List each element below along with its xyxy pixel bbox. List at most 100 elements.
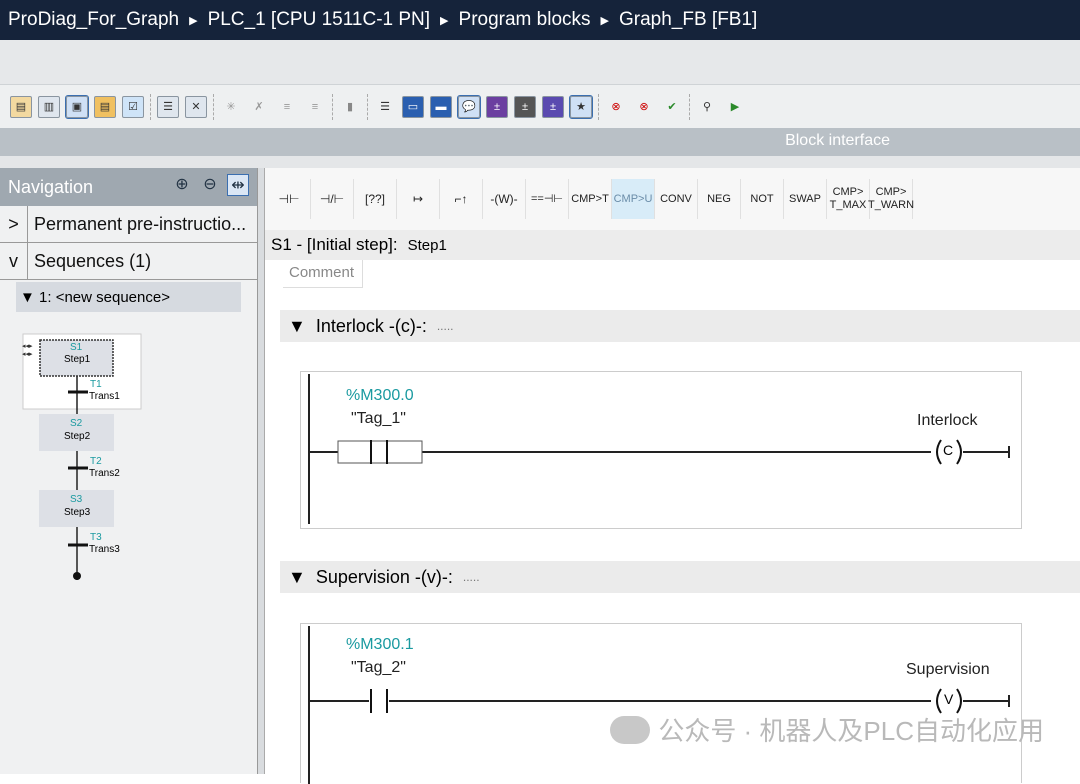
layout-icon[interactable]: ▬ (430, 95, 452, 118)
transition-id: T3 (90, 532, 102, 543)
interlock-network[interactable]: %M300.0 "Tag_1" Interlock C (300, 371, 1022, 529)
branch-icon[interactable]: ≡ (304, 96, 326, 118)
coil-type: V (944, 691, 954, 707)
section-comment[interactable]: ..... (437, 319, 454, 333)
breadcrumb-project[interactable]: ProDiag_For_Graph (8, 9, 179, 31)
breadcrumb-plc[interactable]: PLC_1 [CPU 1511C-1 PN] (208, 9, 430, 31)
step-id: S2 (70, 418, 83, 429)
sequence-header[interactable]: ▼ 1: <new sequence> (16, 282, 241, 312)
interlock-section-header[interactable]: ▼ Interlock -(c)-:..... (280, 310, 1080, 342)
layout-icon[interactable]: ▭ (402, 95, 424, 118)
palette-no-contact[interactable]: ⊣⊢ (268, 179, 311, 219)
collapse-icon[interactable]: ▼ (288, 316, 306, 337)
palette-compare[interactable]: ==⊣⊢ (526, 179, 569, 219)
insert-network-icon[interactable]: ☰ (157, 95, 179, 118)
view-icon[interactable]: ▥ (38, 95, 60, 118)
palette-cmp-u[interactable]: CMP>U (612, 179, 655, 219)
palette-empty-box[interactable]: [??] (354, 179, 397, 219)
monitor-off-icon[interactable]: ⊗ (605, 96, 627, 118)
monitor-icon[interactable]: ▶ (724, 96, 746, 118)
palette-neg[interactable]: NEG (698, 179, 741, 219)
palette-open-branch[interactable]: ↦ (397, 179, 440, 219)
view-icon[interactable]: ☑ (122, 95, 144, 118)
watermark-text: 公众号 · 机器人及PLC自动化应用 (658, 716, 1044, 746)
watermark: 公众号 · 机器人及PLC自动化应用 (610, 711, 1044, 748)
step-id: S1 (70, 342, 83, 353)
step-name: Step1 (64, 354, 91, 365)
ladder-rung (308, 374, 1010, 524)
palette-warning-coil[interactable]: -(W)- (483, 179, 526, 219)
toolbar-separator (150, 93, 151, 120)
transition-id: T1 (90, 379, 102, 390)
navigation-header: Navigation ⊕ ⊖ ⇹ (0, 168, 257, 206)
breadcrumb-block[interactable]: Graph_FB [FB1] (619, 9, 757, 31)
transition-name: Trans2 (89, 468, 120, 479)
branch-icon[interactable]: ≡ (276, 96, 298, 118)
nav-item-sequences[interactable]: v Sequences (1) (0, 243, 257, 280)
palette-cmp-tmax[interactable]: CMP> T_MAX (827, 179, 870, 219)
palette-swap[interactable]: SWAP (784, 179, 827, 219)
nav-item-permanent-pre-instructions[interactable]: > Permanent pre-instructio... (0, 206, 257, 243)
step-id: S3 (70, 494, 83, 505)
breadcrumb: ProDiag_For_Graph ▶ PLC_1 [CPU 1511C-1 PN… (0, 0, 1080, 40)
delete-step-icon[interactable]: ✗ (248, 96, 270, 118)
search-icon[interactable]: ⚲ (696, 96, 718, 118)
nav-item-label: Permanent pre-instructio... (34, 213, 247, 234)
transition-name: Trans1 (89, 391, 120, 402)
section-comment[interactable]: ..... (463, 570, 480, 584)
nav-item-label: Sequences (1) (34, 250, 152, 271)
splitter-handle[interactable] (0, 156, 1080, 168)
zoom-out-icon[interactable]: ⊖ (199, 174, 221, 196)
breadcrumb-program-blocks[interactable]: Program blocks (459, 9, 591, 31)
palette-not[interactable]: NOT (741, 179, 784, 219)
palette-close-branch[interactable]: ⌐↑ (440, 179, 483, 219)
expand-icon[interactable]: ± (514, 95, 536, 118)
palette-cmp-twarn[interactable]: CMP> T_WARN (868, 179, 914, 219)
toolbar-separator (213, 93, 214, 120)
step-header: S1 - [Initial step]: Step1 (265, 230, 1080, 260)
toolbar-separator (332, 93, 333, 120)
block-interface-label: Block interface (785, 132, 890, 149)
delete-network-icon[interactable]: ✕ (185, 95, 207, 118)
supervision-section-header[interactable]: ▼ Supervision -(v)-:..... (280, 561, 1080, 593)
navigation-title: Navigation (8, 176, 94, 197)
section-title: Supervision -(v)-: (315, 566, 453, 587)
step-title: S1 - [Initial step]: (271, 235, 398, 254)
sequence-labels: S1 Step1 S2 Step2 S3 Step3 T1 Trans1 T2 … (0, 318, 258, 618)
transition-id: T2 (90, 456, 102, 467)
fit-width-icon[interactable]: ⇹ (227, 174, 249, 196)
toolbar-separator (689, 93, 690, 120)
favorite-icon[interactable]: ★ (569, 94, 593, 119)
section-title: Interlock -(c)-: (315, 315, 427, 336)
palette-nc-contact[interactable]: ⊣/⊢ (311, 179, 354, 219)
monitor-off-icon[interactable]: ⊗ (633, 96, 655, 118)
collapse-icon[interactable]: ▼ (288, 567, 306, 588)
check-icon[interactable]: ✔ (661, 96, 683, 118)
zoom-in-icon[interactable]: ⊕ (171, 174, 193, 196)
editor-toolbar: ▤ ▥ ▣ ▤ ☑ ☰ ✕ ✳ ✗ ≡ ≡ ▮ ☰ ▭ ▬ 💬 ± ± ± ★ … (0, 85, 1080, 128)
breadcrumb-separator-icon: ▶ (440, 14, 449, 27)
comment-icon[interactable]: 💬 (457, 94, 481, 119)
comment-field[interactable]: Comment (283, 260, 363, 288)
expand-icon[interactable]: ± (486, 95, 508, 118)
parameter-icon[interactable]: ▮ (339, 96, 361, 118)
align-icon[interactable]: ☰ (374, 96, 396, 118)
palette-conv[interactable]: CONV (655, 179, 698, 219)
palette-cmp-t[interactable]: CMP>T (569, 179, 612, 219)
step-name: Step2 (64, 431, 91, 442)
ladder-rung (308, 626, 1010, 784)
toolbar-separator (598, 93, 599, 120)
supervision-network[interactable]: %M300.1 "Tag_2" Supervision V (300, 623, 1022, 784)
view-icon[interactable]: ▤ (10, 95, 32, 118)
view-icon[interactable]: ▤ (94, 95, 116, 118)
breadcrumb-separator-icon: ▶ (600, 14, 609, 27)
chevron-down-icon[interactable]: v (0, 243, 28, 279)
insert-step-icon[interactable]: ✳ (220, 96, 242, 118)
coil-type: C (943, 442, 954, 458)
expand-icon[interactable]: ± (542, 95, 564, 118)
chevron-right-icon[interactable]: > (0, 206, 28, 242)
step-name[interactable]: Step1 (408, 237, 447, 254)
block-interface-bar[interactable]: Block interface (0, 128, 1080, 156)
view-icon[interactable]: ▣ (65, 94, 89, 119)
panel-splitter[interactable] (258, 168, 265, 774)
